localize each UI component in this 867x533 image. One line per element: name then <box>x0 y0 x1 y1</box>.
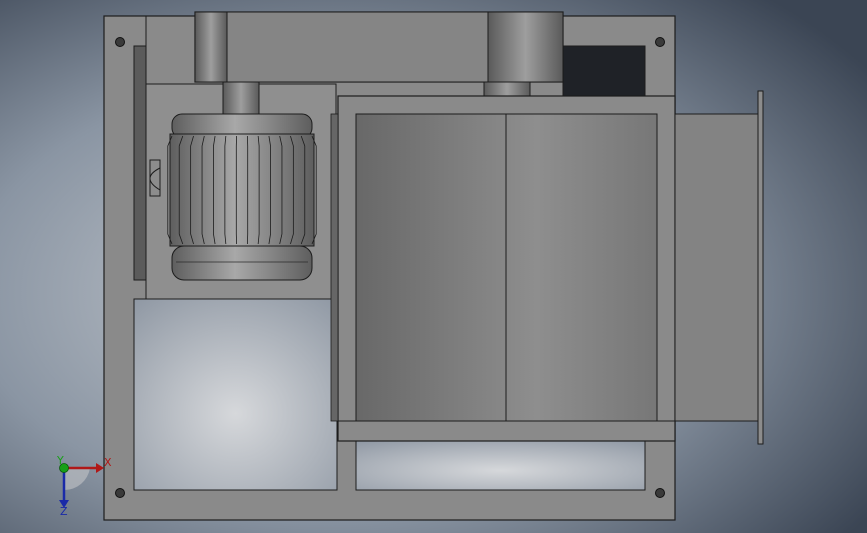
electric-motor <box>149 113 317 281</box>
cad-viewport[interactable]: X Y Z <box>0 0 867 533</box>
flange <box>757 90 764 445</box>
mounting-hole <box>655 37 665 47</box>
frame-opening-bottom <box>355 440 646 491</box>
frame-opening-lower-left <box>133 298 338 491</box>
mounting-hole <box>655 488 665 498</box>
fan-shaft <box>483 81 531 97</box>
frame-slot-left <box>133 45 147 281</box>
assembly-drawing: X Y Z <box>0 0 867 533</box>
mounting-hole <box>115 488 125 498</box>
outlet-duct <box>674 113 761 422</box>
mounting-hole <box>115 37 125 47</box>
x-axis-label: X <box>104 456 112 469</box>
fan-housing <box>330 95 676 442</box>
belt-guard <box>194 11 564 83</box>
y-axis-label: Y <box>56 454 64 467</box>
motor-shaft <box>222 81 260 115</box>
frame-slot-top-right <box>562 45 646 97</box>
z-axis-label: Z <box>60 505 68 518</box>
